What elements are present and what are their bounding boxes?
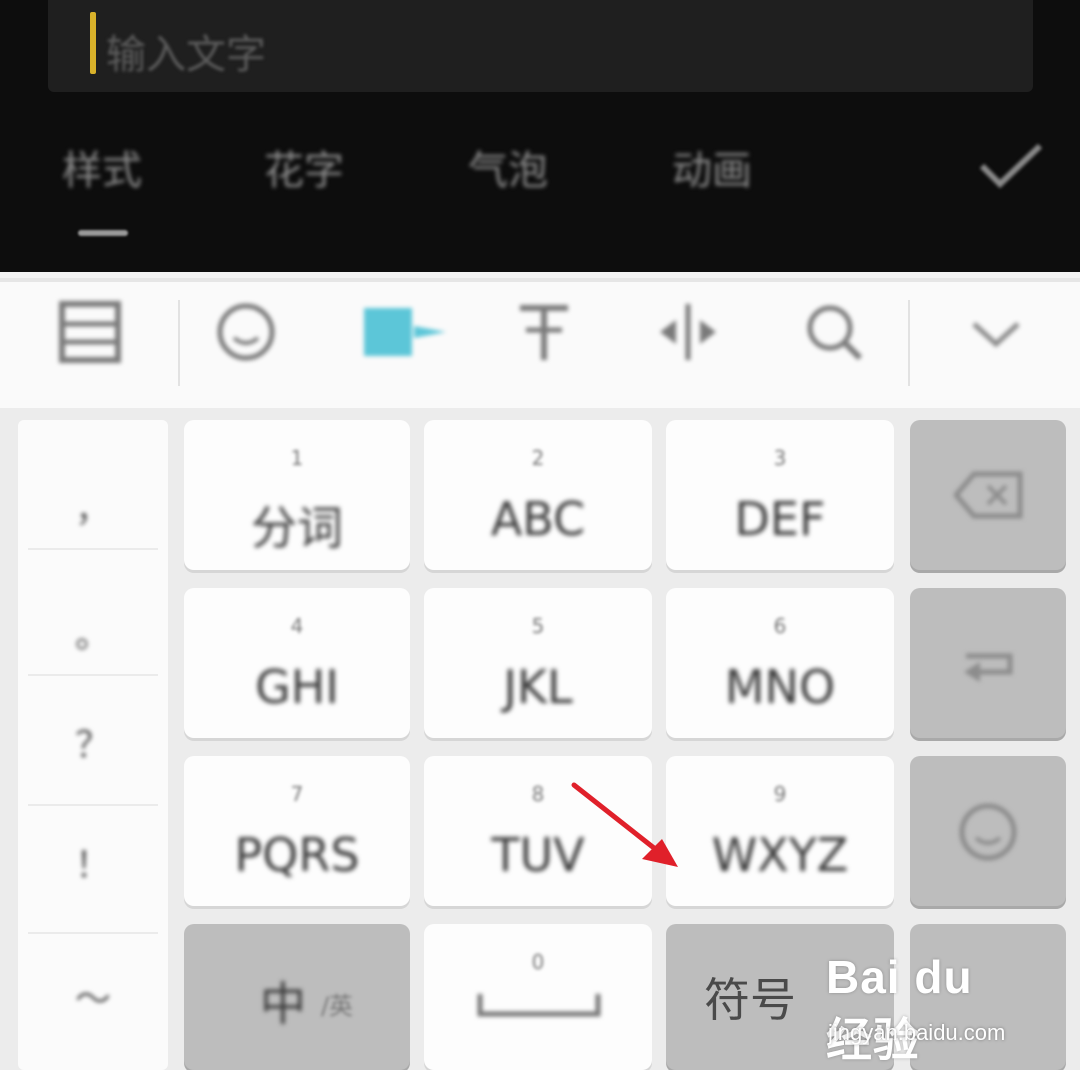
reenter-icon [964, 653, 1013, 682]
key-label: WXYZ [711, 828, 849, 882]
key-5-jkl[interactable]: 5 JKL [424, 588, 652, 738]
space-key[interactable]: 0 [424, 924, 652, 1070]
text-input-field[interactable]: 输入文字 [48, 0, 1033, 92]
key-4-ghi[interactable]: 4 GHI [184, 588, 410, 738]
punctuation-question[interactable]: ？ [18, 716, 168, 768]
key-3-def[interactable]: 3 DEF [666, 420, 894, 570]
text-input-placeholder: 输入文字 [106, 32, 266, 78]
punctuation-comma[interactable]: ， [18, 480, 168, 532]
cursor-move-icon[interactable] [656, 300, 720, 364]
checkmark-icon[interactable] [976, 140, 1046, 190]
backspace-icon [954, 471, 1023, 519]
punctuation-divider [28, 674, 158, 676]
emoji-key[interactable] [910, 756, 1066, 906]
key-number: 0 [531, 950, 545, 974]
text-edit-icon[interactable] [512, 300, 576, 364]
punctuation-tilde[interactable]: ～ [18, 970, 168, 1022]
key-1-segment[interactable]: 1 分词 [184, 420, 410, 570]
tab-fancy-text[interactable]: 花字 [264, 138, 344, 196]
space-icon [477, 994, 601, 1017]
key-number: 4 [290, 614, 304, 638]
key-6-mno[interactable]: 6 MNO [666, 588, 894, 738]
key-number: 1 [290, 446, 304, 470]
key-number: 9 [773, 782, 787, 806]
key-number: 3 [773, 446, 787, 470]
active-tab-indicator [78, 230, 128, 236]
key-sublabel: /英 [320, 992, 354, 1020]
reenter-key[interactable] [910, 588, 1066, 738]
key-2-abc[interactable]: 2 ABC [424, 420, 652, 570]
key-label: PQRS [234, 828, 360, 882]
key-number: 2 [531, 446, 545, 470]
emoji-icon[interactable] [214, 300, 278, 364]
punctuation-period[interactable]: 。 [18, 606, 168, 658]
text-cursor [90, 12, 96, 74]
baidu-jingyan-watermark: Bai du 经验 jingyan.baidu.com [826, 950, 1026, 1066]
annotation-arrow-icon [571, 782, 678, 867]
punctuation-exclamation[interactable]: ！ [18, 836, 168, 888]
key-number: 6 [773, 614, 787, 638]
watermark-logo: Bai du 经验 [826, 951, 973, 1066]
grid-icon[interactable] [58, 300, 122, 364]
text-editor-panel: 输入文字 样式 花字 气泡 动画 [0, 0, 1080, 272]
toolbar-divider [908, 300, 910, 386]
tab-bubble[interactable]: 气泡 [468, 138, 548, 196]
language-switch-key[interactable]: 中 /英 [184, 924, 410, 1070]
key-label: JKL [503, 660, 573, 714]
key-7-pqrs[interactable]: 7 PQRS [184, 756, 410, 906]
watermark-url: jingyan.baidu.com [828, 1020, 1006, 1045]
backspace-key[interactable] [910, 420, 1066, 570]
search-icon[interactable] [802, 300, 866, 364]
toolbar-divider [178, 300, 180, 386]
collapse-keyboard-icon[interactable] [964, 300, 1028, 364]
key-label: DEF [734, 492, 826, 546]
key-9-wxyz[interactable]: 9 WXYZ [666, 756, 894, 906]
key-number: 5 [531, 614, 545, 638]
emoji-icon [959, 803, 1017, 861]
input-method-icon[interactable] [362, 300, 448, 364]
key-label: GHI [255, 660, 339, 714]
punctuation-column[interactable]: ， 。 ？ ！ ～ [18, 420, 168, 1070]
punctuation-divider [28, 932, 158, 934]
punctuation-divider [28, 548, 158, 550]
key-label: 分词 [251, 501, 343, 555]
key-label: MNO [724, 660, 836, 714]
punctuation-divider [28, 804, 158, 806]
tab-animation[interactable]: 动画 [672, 138, 752, 196]
key-number: 7 [290, 782, 304, 806]
tab-style[interactable]: 样式 [62, 138, 142, 196]
key-label: ABC [490, 492, 586, 546]
